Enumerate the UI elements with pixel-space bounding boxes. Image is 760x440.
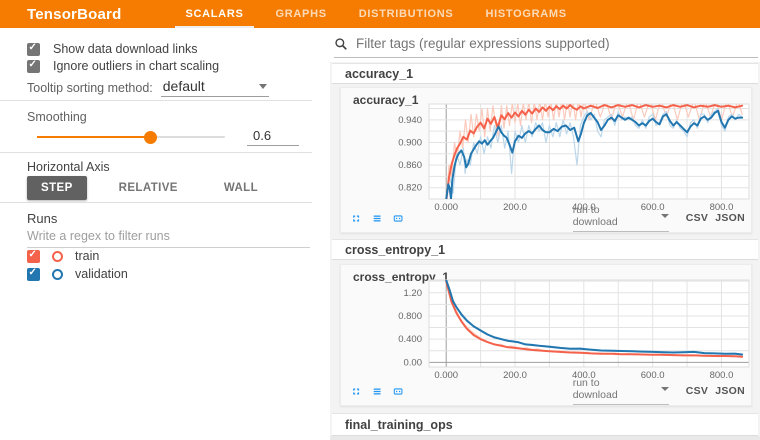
checkbox-label: Ignore outliers in chart scaling xyxy=(53,59,219,73)
run-row-validation[interactable]: validation xyxy=(27,267,128,281)
section-title: accuracy_1 xyxy=(345,67,413,81)
cross-entropy-line-chart[interactable]: 0.000.4000.8001.200.000200.0400.0600.080… xyxy=(341,277,751,381)
run-to-download-select[interactable]: run to download xyxy=(573,377,669,405)
section-header-cross-entropy[interactable]: cross_entropy_1 xyxy=(332,239,758,260)
divider xyxy=(0,202,312,203)
ignore-outliers-row[interactable]: Ignore outliers in chart scaling xyxy=(27,59,219,73)
tab-histograms[interactable]: HISTOGRAMS xyxy=(469,0,582,28)
tooltip-sorting-label: Tooltip sorting method: xyxy=(27,81,153,95)
settings-sidebar: Show data download links Ignore outliers… xyxy=(0,28,330,440)
search-strip: Filter tags (regular expressions support… xyxy=(330,28,760,62)
csv-download-link[interactable]: CSV xyxy=(686,385,709,397)
runs-label: Runs xyxy=(27,211,57,226)
dashboard-main: Filter tags (regular expressions support… xyxy=(330,28,760,440)
checkbox-checked-icon[interactable] xyxy=(27,60,40,73)
svg-text:0.820: 0.820 xyxy=(398,183,422,194)
tooltip-sorting-select[interactable]: default xyxy=(161,78,269,97)
slider-thumb-icon[interactable] xyxy=(144,131,157,144)
accuracy-line-chart[interactable]: 0.8200.8600.9000.9400.000200.0400.0600.0… xyxy=(341,101,751,213)
chart-card-accuracy: accuracy_1 0.8200.8600.9000.9400.000200.… xyxy=(340,87,752,233)
json-download-link[interactable]: JSON xyxy=(715,212,745,224)
app-title: TensorBoard xyxy=(27,6,121,23)
horizontal-axis-buttons: STEP RELATIVE WALL xyxy=(27,176,272,200)
chart-footer: run to download CSV JSON xyxy=(351,207,745,229)
nav-tabs: SCALARS GRAPHS DISTRIBUTIONS HISTOGRAMS xyxy=(169,0,582,28)
section-title: cross_entropy_1 xyxy=(345,243,445,257)
expand-card-icon[interactable] xyxy=(351,210,361,227)
fit-domain-icon[interactable] xyxy=(393,210,403,227)
run-checkbox-icon[interactable] xyxy=(27,268,40,281)
json-download-link[interactable]: JSON xyxy=(715,385,745,397)
smoothing-row: 0.6 xyxy=(37,128,299,146)
divider xyxy=(0,152,312,153)
show-download-links-row[interactable]: Show data download links xyxy=(27,42,198,56)
svg-text:0.860: 0.860 xyxy=(398,160,422,171)
app-header: TensorBoard SCALARS GRAPHS DISTRIBUTIONS… xyxy=(0,0,760,28)
section-title: final_training_ops xyxy=(345,418,453,432)
tensorboard-app: TensorBoard SCALARS GRAPHS DISTRIBUTIONS… xyxy=(0,0,760,440)
fit-domain-icon[interactable] xyxy=(393,383,403,400)
download-links: CSV JSON xyxy=(679,212,745,224)
slider-fill xyxy=(37,136,150,138)
checkbox-checked-icon[interactable] xyxy=(27,43,40,56)
search-icon xyxy=(334,37,348,51)
runs-filter-input[interactable]: Write a regex to filter runs xyxy=(27,229,310,248)
download-links: CSV JSON xyxy=(679,385,745,397)
chevron-down-icon xyxy=(661,214,669,218)
bottom-strip xyxy=(330,436,760,440)
filter-tags-input[interactable]: Filter tags (regular expressions support… xyxy=(334,36,758,58)
csv-download-link[interactable]: CSV xyxy=(686,212,709,224)
chevron-down-icon xyxy=(661,387,669,391)
run-label: train xyxy=(75,249,99,263)
svg-text:0.400: 0.400 xyxy=(398,334,422,345)
tab-distributions[interactable]: DISTRIBUTIONS xyxy=(343,0,470,28)
tab-scalars[interactable]: SCALARS xyxy=(169,0,259,28)
log-scale-toggle-icon[interactable] xyxy=(372,383,382,400)
axis-wall-button[interactable]: WALL xyxy=(210,176,272,200)
run-color-swatch xyxy=(52,251,63,262)
chart-card-cross-entropy: cross_entropy_1 0.000.4000.8001.200.0002… xyxy=(340,264,752,406)
tooltip-sorting-value: default xyxy=(163,78,205,94)
run-label: validation xyxy=(75,267,128,281)
svg-text:0.00: 0.00 xyxy=(404,357,423,368)
section-header-accuracy[interactable]: accuracy_1 xyxy=(332,63,758,84)
svg-text:0.940: 0.940 xyxy=(398,115,422,126)
run-to-download-select[interactable]: run to download xyxy=(573,204,669,232)
smoothing-slider[interactable] xyxy=(37,136,225,138)
log-scale-toggle-icon[interactable] xyxy=(372,210,382,227)
chart-footer: run to download CSV JSON xyxy=(351,380,745,402)
axis-relative-button[interactable]: RELATIVE xyxy=(105,176,192,200)
section-header-final-training-ops[interactable]: final_training_ops xyxy=(332,413,758,436)
smoothing-value-input[interactable]: 0.6 xyxy=(247,128,299,146)
run-to-download-label: run to download xyxy=(573,204,647,228)
smoothing-label: Smoothing xyxy=(27,110,87,124)
checkbox-label: Show data download links xyxy=(53,42,198,56)
svg-text:1.20: 1.20 xyxy=(404,288,423,299)
chevron-down-icon xyxy=(259,84,267,89)
tooltip-sorting-row: Tooltip sorting method: default xyxy=(27,78,269,97)
run-checkbox-icon[interactable] xyxy=(27,250,40,263)
axis-step-button[interactable]: STEP xyxy=(27,176,87,200)
run-row-train[interactable]: train xyxy=(27,249,99,263)
horizontal-axis-label: Horizontal Axis xyxy=(27,160,110,174)
svg-text:0.800: 0.800 xyxy=(398,311,422,322)
svg-text:0.900: 0.900 xyxy=(398,137,422,148)
filter-tags-placeholder: Filter tags (regular expressions support… xyxy=(356,36,610,51)
run-to-download-label: run to download xyxy=(573,377,647,401)
divider xyxy=(0,100,312,101)
expand-card-icon[interactable] xyxy=(351,383,361,400)
tab-graphs[interactable]: GRAPHS xyxy=(260,0,343,28)
run-color-swatch xyxy=(52,269,63,280)
